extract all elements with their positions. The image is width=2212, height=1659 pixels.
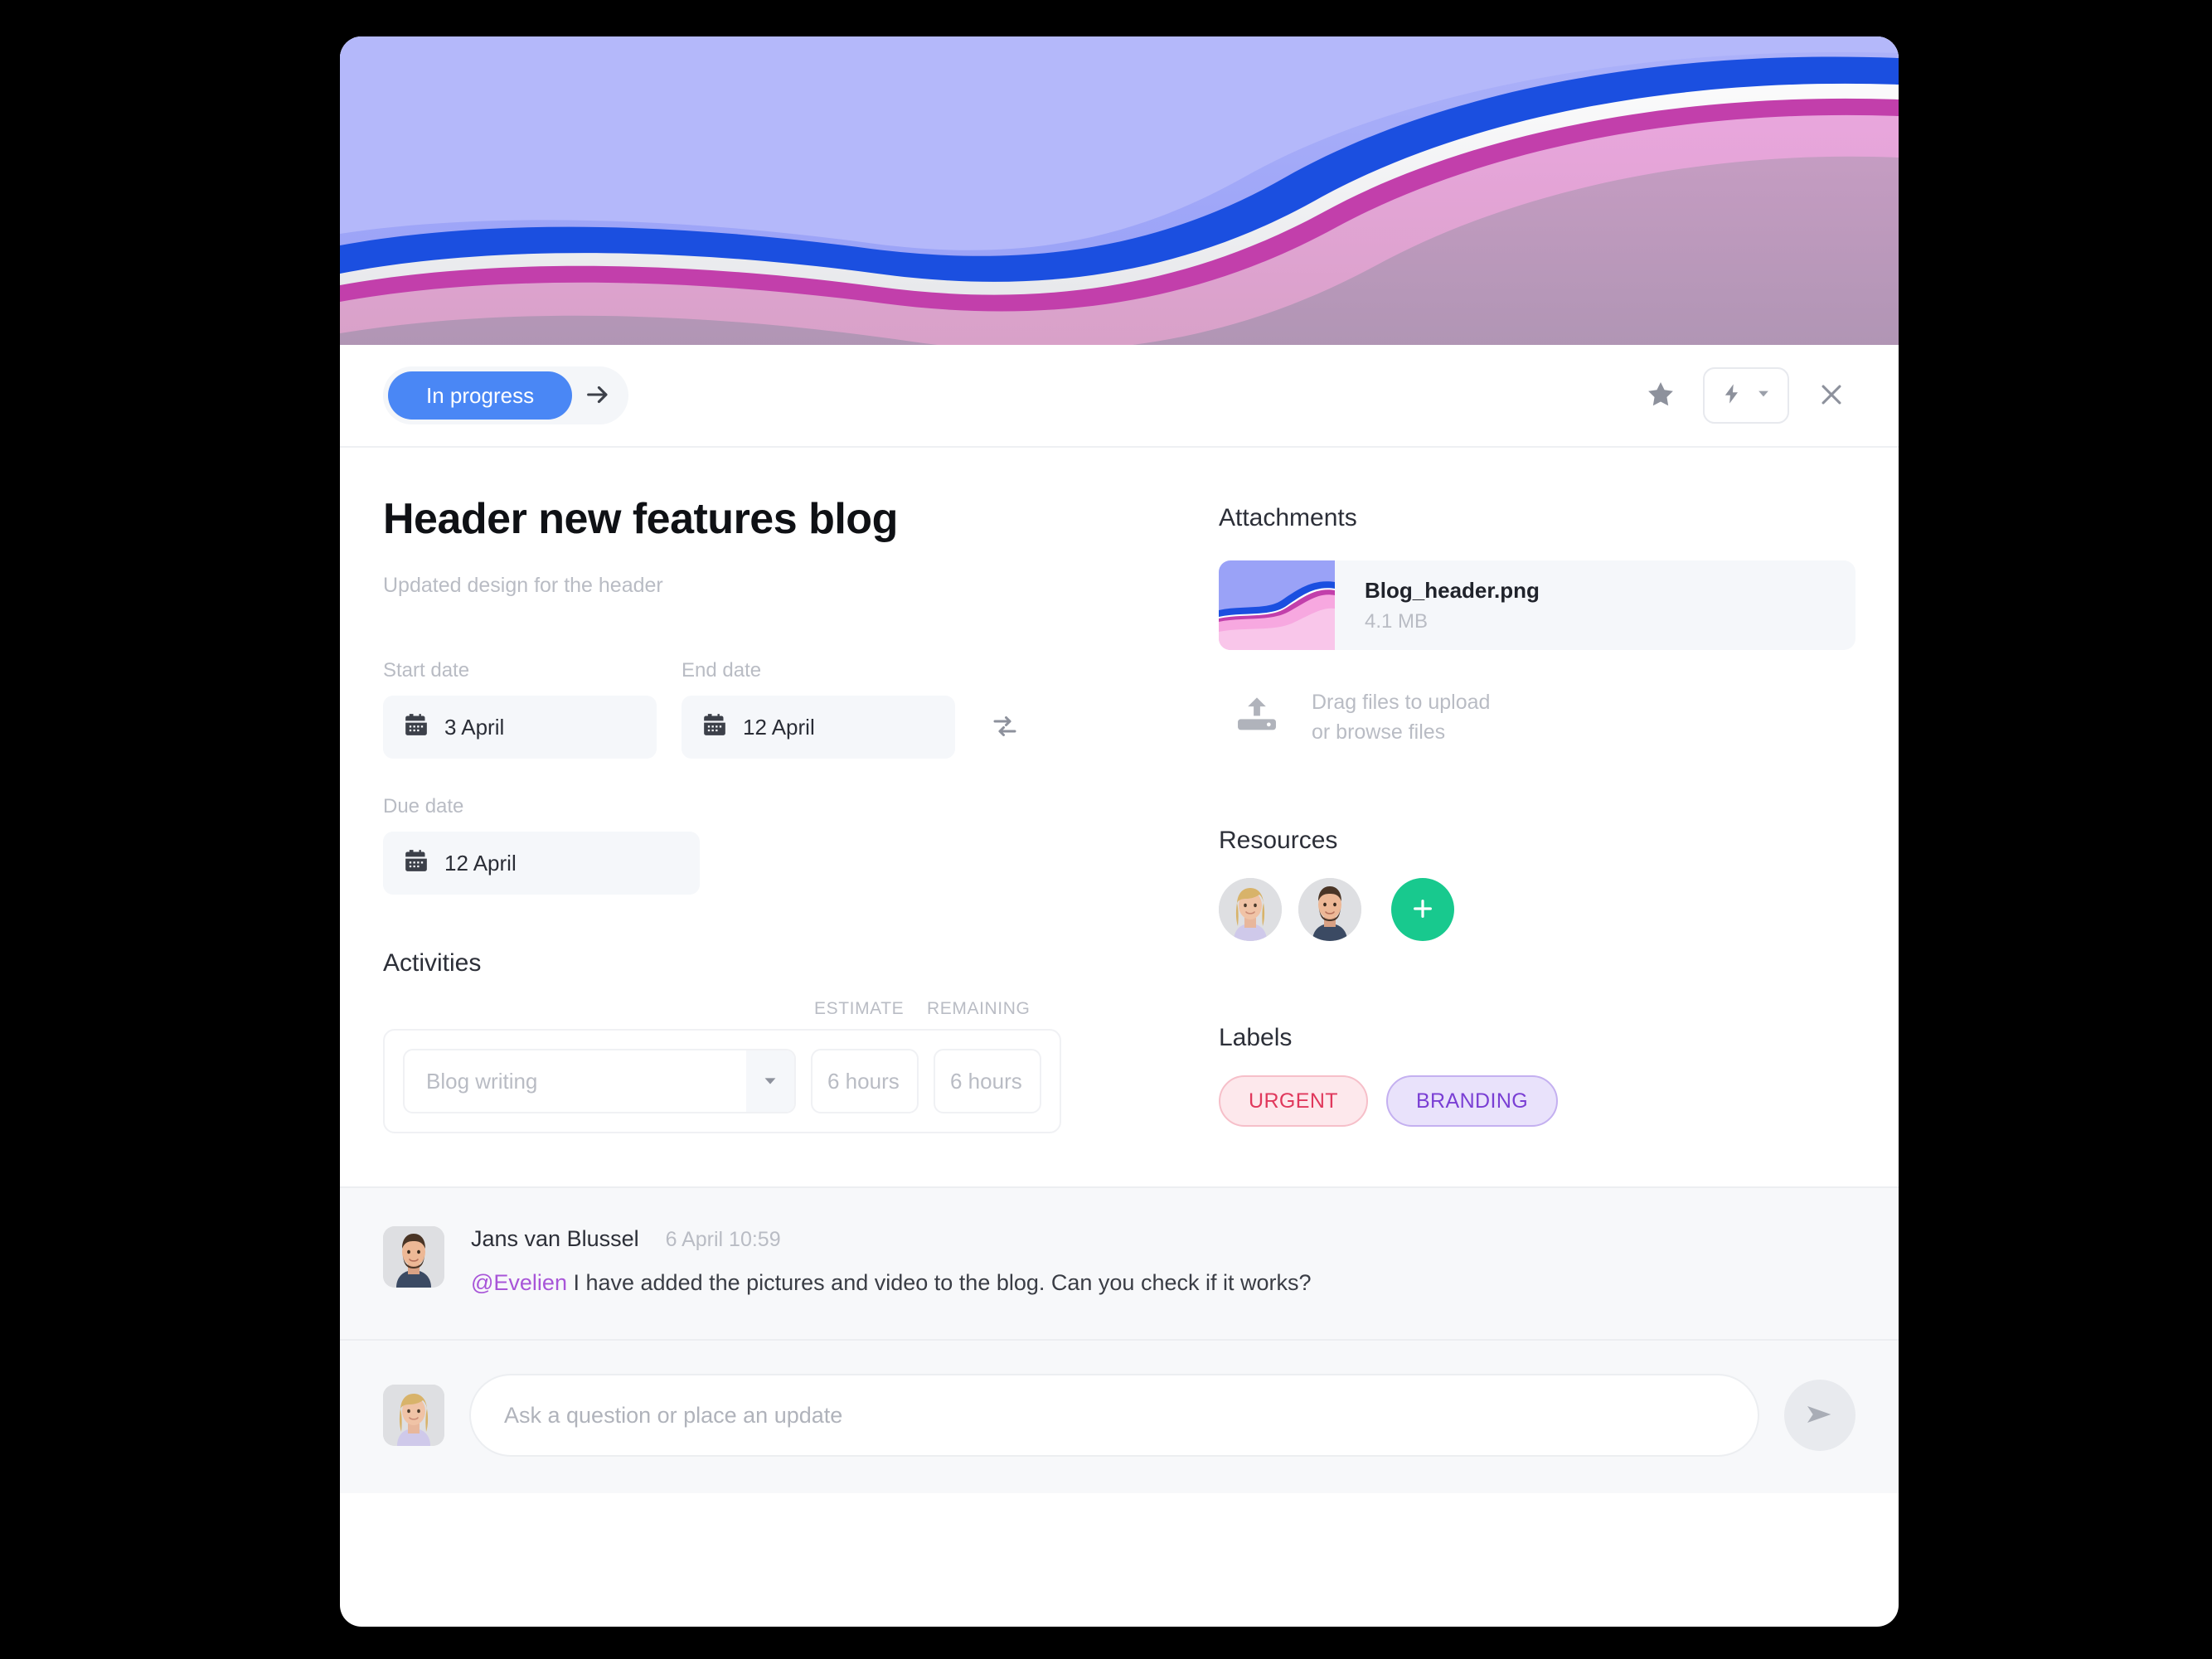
comment-composer [340, 1339, 1899, 1493]
comments-section: Jans van Blussel 6 April 10:59 @Evelien … [340, 1186, 1899, 1339]
start-date-field: Start date 3 April [383, 659, 657, 759]
activities-title: Activities [383, 949, 482, 977]
attachment-thumbnail [1219, 560, 1335, 650]
task-banner-image [340, 36, 1899, 345]
browse-files-label[interactable]: or browse files [1312, 718, 1490, 748]
swap-dates-button[interactable] [980, 696, 1030, 759]
comment-item: Jans van Blussel 6 April 10:59 @Evelien … [383, 1226, 1855, 1296]
activity-name-value: Blog writing [426, 1068, 538, 1094]
end-date-value: 12 April [743, 714, 815, 740]
end-date-input[interactable]: 12 April [682, 696, 955, 759]
start-date-input[interactable]: 3 April [383, 696, 657, 759]
add-resource-button[interactable] [1391, 878, 1454, 941]
close-icon [1817, 381, 1846, 411]
arrow-right-icon [584, 381, 612, 411]
banner-wave-graphic [340, 36, 1899, 345]
lightning-bolt-icon [1720, 382, 1744, 410]
estimate-column-header: ESTIMATE [814, 999, 905, 1018]
avatar[interactable] [383, 1385, 444, 1446]
avatar-man-beard [383, 1226, 444, 1288]
task-content: Header new features blog Updated design … [340, 448, 1899, 1133]
task-main-column: Header new features blog Updated design … [383, 494, 1176, 1133]
chevron-down-icon [746, 1050, 794, 1112]
start-date-value: 3 April [444, 714, 505, 740]
send-button[interactable] [1784, 1380, 1855, 1451]
resources-title: Resources [1219, 827, 1338, 854]
send-icon [1803, 1398, 1836, 1433]
comment-header: Jans van Blussel 6 April 10:59 [471, 1226, 1312, 1252]
attachment-size: 4.1 MB [1365, 609, 1429, 633]
activities-column-headers: ESTIMATE REMAINING [814, 999, 1176, 1019]
due-date-field: Due date 12 April [383, 795, 1176, 895]
chevron-down-icon [1755, 386, 1772, 406]
due-date-label: Due date [383, 795, 464, 817]
task-toolbar: In progress [340, 345, 1899, 448]
avatar-woman-blonde [1219, 878, 1282, 941]
attachment-name: Blog_header.png [1365, 577, 1540, 603]
start-date-label: Start date [383, 659, 470, 682]
calendar-icon [405, 713, 428, 742]
attachments-title: Attachments [1219, 504, 1357, 531]
activity-name-select[interactable]: Blog writing [403, 1049, 796, 1113]
upload-icon [1235, 694, 1278, 741]
close-button[interactable] [1807, 371, 1855, 420]
end-date-field: End date 12 April [682, 659, 955, 759]
label-chip-urgent[interactable]: URGENT [1219, 1075, 1368, 1127]
task-detail-window: In progress Header new features blog Upd… [340, 36, 1899, 1627]
activity-estimate-input[interactable] [811, 1049, 919, 1113]
labels-section: Labels URGENT BRANDING [1219, 1024, 1855, 1127]
drag-files-label: Drag files to upload [1312, 691, 1491, 714]
automation-menu-button[interactable] [1703, 367, 1789, 424]
calendar-icon [405, 849, 428, 878]
due-date-input[interactable]: 12 April [383, 832, 700, 895]
star-icon [1645, 379, 1676, 413]
avatar-man-beard [1298, 878, 1361, 941]
comment-message: I have added the pictures and video to t… [566, 1270, 1312, 1295]
attachment-item[interactable]: Blog_header.png 4.1 MB [1219, 560, 1855, 650]
avatar[interactable] [383, 1226, 444, 1288]
activities-section: Activities ESTIMATE REMAINING Blog writi… [383, 949, 1176, 1133]
avatar[interactable] [1219, 878, 1282, 941]
activity-remaining-input[interactable] [934, 1049, 1041, 1113]
label-chip-branding[interactable]: BRANDING [1385, 1075, 1559, 1127]
task-side-column: Attachments Blog_header.png 4.1 MB Drag … [1176, 494, 1855, 1133]
dropzone-text: Drag files to upload or browse files [1312, 688, 1490, 747]
date-fields-row: Start date 3 April End date 12 April [383, 659, 1176, 759]
screen: In progress Header new features blog Upd… [0, 0, 2212, 1659]
advance-status-button[interactable] [572, 371, 623, 420]
avatar[interactable] [1298, 878, 1361, 941]
labels-title: Labels [1219, 1024, 1293, 1051]
toolbar-actions [1637, 367, 1855, 424]
comment-text: @Evelien I have added the pictures and v… [471, 1270, 1312, 1296]
comment-input[interactable] [469, 1374, 1759, 1457]
plus-icon [1409, 895, 1436, 924]
status-button[interactable]: In progress [388, 371, 573, 420]
comment-timestamp: 6 April 10:59 [665, 1228, 781, 1251]
due-date-value: 12 April [444, 850, 517, 876]
favorite-button[interactable] [1637, 371, 1685, 420]
label-chips: URGENT BRANDING [1219, 1075, 1855, 1127]
attachment-wave-graphic [1219, 560, 1335, 650]
remaining-column-header: REMAINING [927, 999, 1031, 1018]
page-title: Header new features blog [383, 495, 898, 543]
resources-section: Resources [1219, 827, 1855, 941]
resources-avatars [1219, 878, 1855, 941]
upload-dropzone[interactable]: Drag files to upload or browse files [1219, 688, 1855, 747]
attachment-meta: Blog_header.png 4.1 MB [1335, 578, 1540, 633]
swap-arrows-icon [990, 711, 1020, 744]
calendar-icon [703, 713, 726, 742]
status-group: In progress [383, 366, 629, 424]
avatar-woman-blonde [383, 1385, 444, 1446]
comment-author: Jans van Blussel [471, 1226, 639, 1251]
comment-mention[interactable]: @Evelien [471, 1270, 567, 1295]
end-date-label: End date [682, 659, 762, 682]
comment-body-wrap: Jans van Blussel 6 April 10:59 @Evelien … [471, 1226, 1312, 1296]
activity-row: Blog writing [383, 1029, 1061, 1133]
task-subtitle: Updated design for the header [383, 574, 663, 597]
